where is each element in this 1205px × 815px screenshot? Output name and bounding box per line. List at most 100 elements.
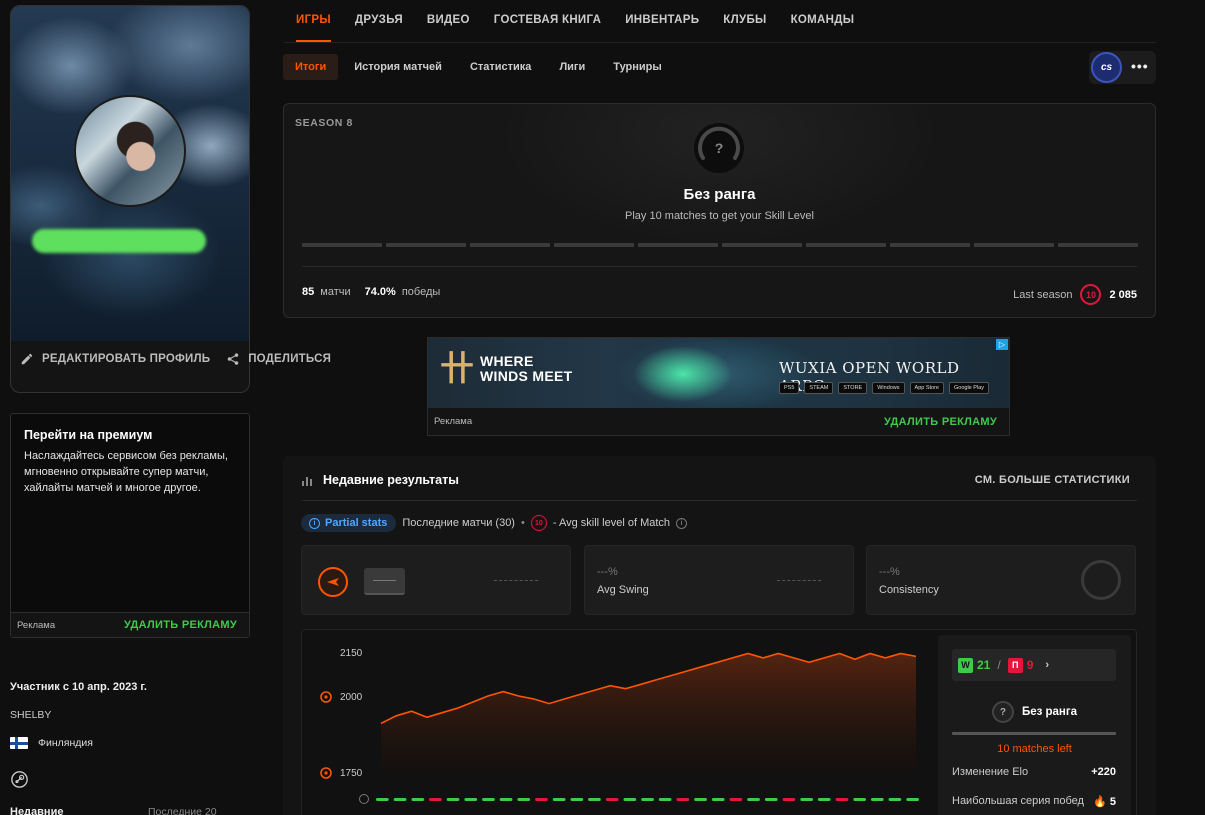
match-result-mark bbox=[835, 798, 849, 801]
match-result-mark bbox=[623, 798, 637, 801]
profile-card bbox=[10, 5, 250, 393]
avatar[interactable] bbox=[74, 95, 186, 207]
skill-level-badge-icon: 10 bbox=[530, 515, 547, 531]
nav-tab-0[interactable]: ИГРЫ bbox=[284, 0, 343, 42]
wins-count: 21 bbox=[977, 658, 991, 672]
elo-area bbox=[381, 653, 916, 772]
premium-promo[interactable]: Перейти на премиум Наслаждайтесь сервисо… bbox=[10, 413, 250, 638]
level-segment bbox=[722, 243, 802, 247]
ad-label: Реклама bbox=[17, 619, 56, 631]
weapon-stat-box[interactable] bbox=[301, 545, 571, 615]
banner-remove-ads-link[interactable]: УДАЛИТЬ РЕКЛАМУ bbox=[884, 416, 997, 428]
finland-flag-icon bbox=[10, 737, 28, 749]
skill-level-10-icon: 10 bbox=[1080, 284, 1102, 305]
season-label: SEASON 8 bbox=[295, 117, 353, 129]
info-icon: i bbox=[309, 517, 320, 529]
nav-tab-6[interactable]: КОМАНДЫ bbox=[779, 0, 867, 42]
premium-title: Перейти на премиум bbox=[24, 428, 153, 442]
adchoices-icon[interactable]: ▷ bbox=[996, 339, 1008, 350]
nickname: SHELBY bbox=[10, 709, 52, 721]
weapon-dashes bbox=[494, 580, 538, 581]
ad-banner[interactable]: 卄 WHERE WINDS MEET WUXIA OPEN WORLD ARPG… bbox=[427, 337, 1010, 436]
level-segment bbox=[890, 243, 970, 247]
match-result-mark bbox=[517, 798, 531, 801]
recent-results-header: Недавние результаты bbox=[302, 473, 459, 487]
member-since: Участник с 10 апр. 2023 г. bbox=[10, 681, 147, 693]
subnav-tab-2[interactable]: Статистика bbox=[458, 54, 544, 80]
nav-tab-2[interactable]: ВИДЕО bbox=[415, 0, 482, 42]
nav-tab-4[interactable]: ИНВЕНТАРЬ bbox=[613, 0, 711, 42]
more-options-button[interactable]: ••• bbox=[1131, 58, 1149, 74]
nav-tab-1[interactable]: ДРУЗЬЯ bbox=[343, 0, 415, 42]
match-result-mark bbox=[446, 798, 460, 801]
level-segment bbox=[638, 243, 718, 247]
recent-results-card: Недавние результаты СМ. БОЛЬШЕ СТАТИСТИК… bbox=[283, 456, 1156, 815]
partial-stats-label: Partial stats bbox=[325, 517, 388, 529]
winrate-label: победы bbox=[401, 286, 441, 298]
match-result-mark bbox=[464, 798, 478, 801]
game-switcher[interactable]: cs ••• bbox=[1089, 51, 1156, 84]
banner-ad-label: Реклама bbox=[434, 416, 473, 427]
match-result-mark bbox=[800, 798, 813, 801]
consistency-box[interactable]: ---% Consistency bbox=[866, 545, 1136, 615]
edit-profile-button[interactable]: РЕДАКТИРОВАТЬ ПРОФИЛЬ bbox=[20, 352, 210, 366]
consistency-value: ---% bbox=[879, 566, 900, 578]
steam-icon[interactable] bbox=[11, 771, 28, 788]
season-card: SEASON 8 ? Без ранга Play 10 matches to … bbox=[283, 103, 1156, 318]
match-result-mark bbox=[499, 798, 513, 801]
weapon-icon bbox=[318, 567, 348, 597]
matches-count: 85 bbox=[302, 286, 315, 298]
subnav-tab-3[interactable]: Лиги bbox=[547, 54, 597, 80]
avg-swing-box[interactable]: ---% Avg Swing bbox=[584, 545, 854, 615]
skill-level-icon: ? bbox=[694, 123, 744, 173]
weapon-placeholder-icon bbox=[364, 568, 405, 595]
avg-skill-info-icon[interactable]: i bbox=[676, 517, 688, 529]
partial-stats-pill[interactable]: i Partial stats bbox=[301, 514, 397, 532]
win-loss-box[interactable]: W 21 / П 9 › bbox=[952, 649, 1116, 681]
match-result-mark bbox=[658, 798, 672, 801]
avg-swing-label: Avg Swing bbox=[597, 584, 649, 596]
avg-swing-dashes bbox=[777, 580, 821, 581]
side-rank: ? Без ранга bbox=[938, 701, 1131, 723]
recent-heading-cut: Недавние bbox=[10, 806, 64, 815]
match-result-mark bbox=[641, 798, 654, 801]
match-result-mark bbox=[535, 798, 548, 801]
ad-image[interactable]: 卄 WHERE WINDS MEET WUXIA OPEN WORLD ARPG… bbox=[428, 338, 1009, 410]
bar-chart-icon bbox=[302, 476, 312, 486]
match-result-mark bbox=[393, 798, 407, 801]
win-streak-value: 5 bbox=[1109, 796, 1116, 808]
match-result-mark bbox=[782, 798, 796, 801]
match-result-mark bbox=[482, 798, 495, 801]
nav-tab-3[interactable]: ГОСТЕВАЯ КНИГА bbox=[482, 0, 613, 42]
remove-ads-link[interactable]: УДАЛИТЬ РЕКЛАМУ bbox=[124, 619, 237, 631]
win-streak-row: Наибольшая серия побед 🔥 5 bbox=[952, 795, 1116, 808]
see-more-stats-link[interactable]: СМ. БОЛЬШЕ СТАТИСТИКИ bbox=[975, 474, 1130, 486]
ad-platform-badge: STORE bbox=[838, 382, 868, 394]
last-season-elo: 2 085 bbox=[1109, 288, 1137, 301]
share-label: ПОДЕЛИТЬСЯ bbox=[248, 353, 332, 365]
share-button[interactable]: ПОДЕЛИТЬСЯ bbox=[226, 352, 331, 366]
cs2-game-icon[interactable]: cs bbox=[1091, 52, 1122, 83]
ad-game-logo: 卄 WHERE WINDS MEET bbox=[440, 352, 572, 386]
match-result-mark bbox=[764, 798, 778, 801]
premium-ad-footer: Реклама УДАЛИТЬ РЕКЛАМУ bbox=[11, 612, 249, 637]
match-result-mark bbox=[871, 798, 884, 801]
subnav-tab-1[interactable]: История матчей bbox=[342, 54, 454, 80]
subnav-tab-4[interactable]: Турниры bbox=[601, 54, 674, 80]
pencil-icon bbox=[21, 353, 33, 365]
y-tick-label: 2150 bbox=[340, 648, 363, 659]
premium-text: Наслаждайтесь сервисом без рекламы, мгно… bbox=[24, 450, 228, 494]
separator-dot: • bbox=[520, 517, 525, 529]
nav-tab-5[interactable]: КЛУБЫ bbox=[711, 0, 778, 42]
level-segment bbox=[302, 243, 382, 247]
nav-divider bbox=[284, 42, 1156, 43]
match-result-mark bbox=[729, 798, 743, 801]
share-icon bbox=[227, 353, 239, 365]
ad-platform-badge: PS5 bbox=[779, 382, 800, 394]
last-matches-label: Последние матчи (30) bbox=[402, 517, 515, 529]
ad-platform-badge: Windows bbox=[872, 382, 905, 394]
subnav-tab-0[interactable]: Итоги bbox=[283, 54, 339, 80]
recent-results-title: Недавние результаты bbox=[323, 473, 459, 487]
match-result-mark bbox=[376, 798, 389, 801]
ad-logo-line1: WHERE bbox=[480, 353, 534, 369]
